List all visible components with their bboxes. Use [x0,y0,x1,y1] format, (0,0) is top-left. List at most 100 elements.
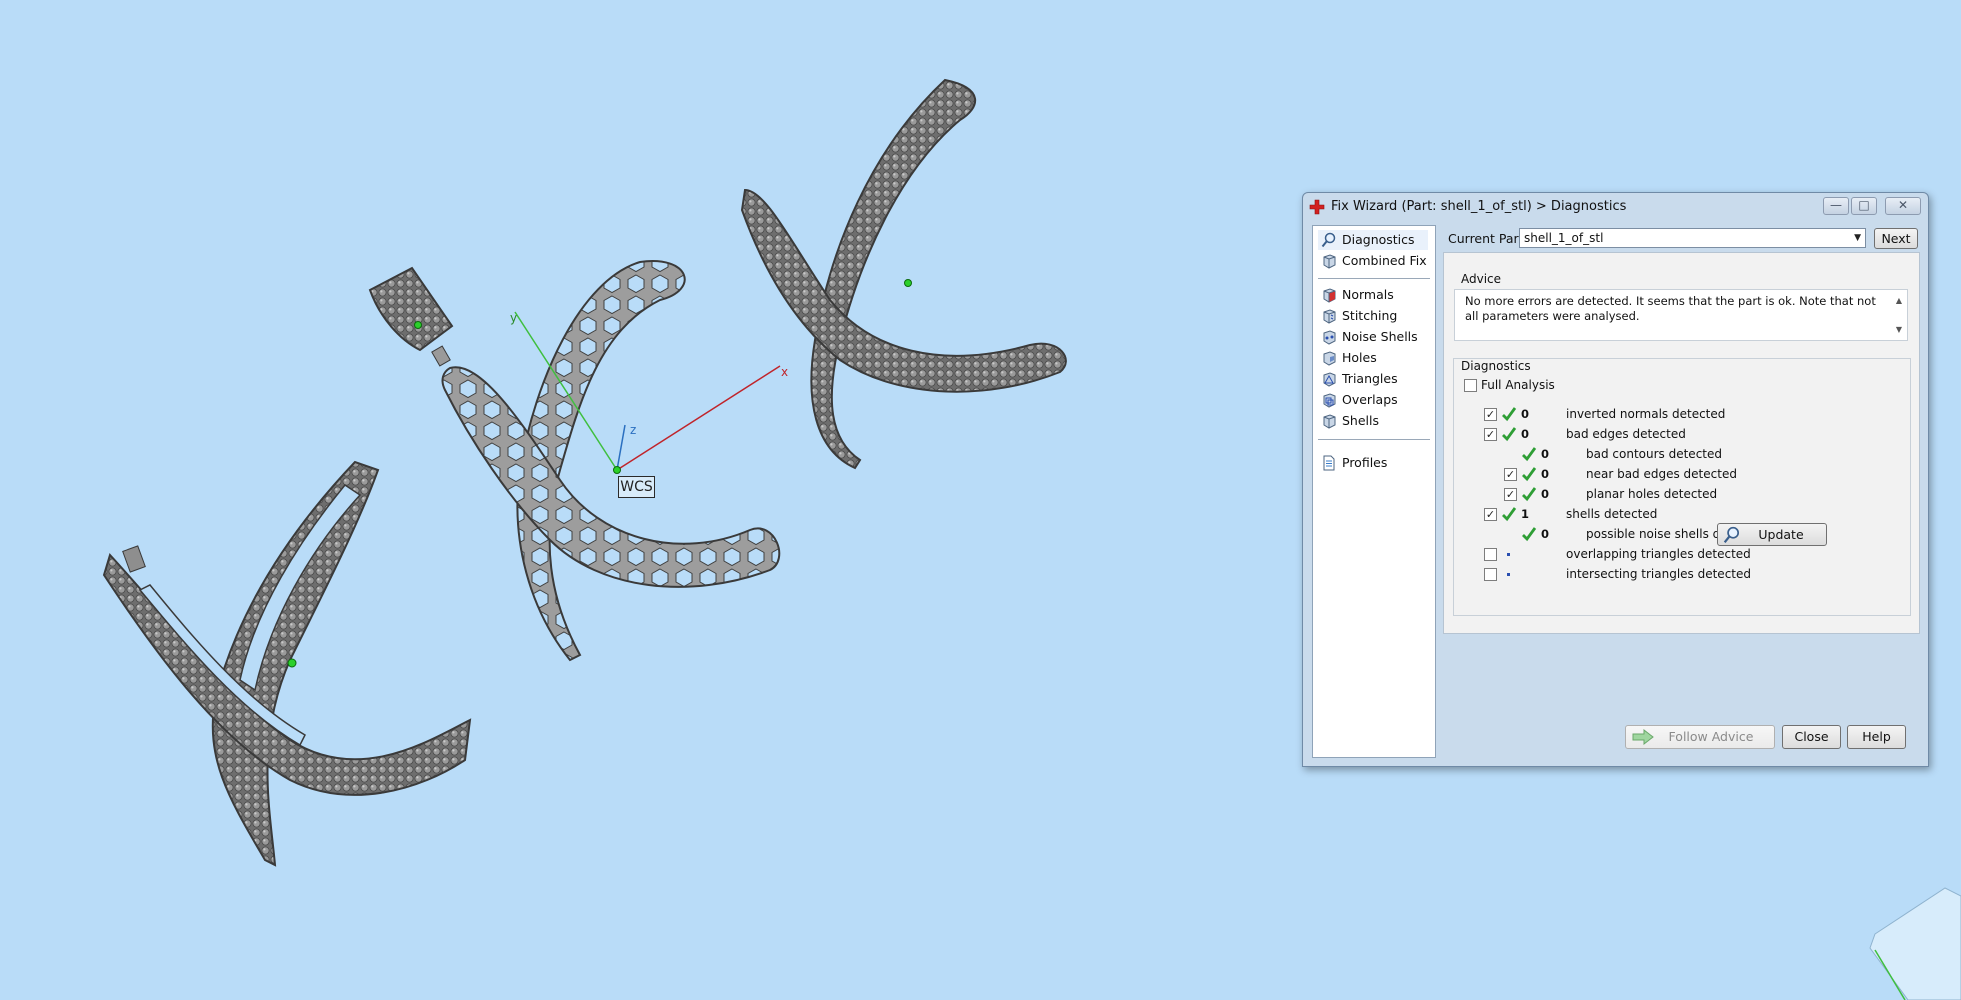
near-bad-edges-count: 0 [1541,467,1550,481]
part-middle-x[interactable] [368,260,781,662]
current-part-label: Current Part: [1448,231,1528,246]
sidebar-divider [1318,278,1430,279]
diagnostics-title: Diagnostics [1461,359,1531,373]
close-window-button[interactable]: ✕ [1885,197,1921,215]
fix-wizard-dialog: Fix Wizard (Part: shell_1_of_stl) > Diag… [1302,192,1929,767]
sidebar-item-shells[interactable]: Shells [1318,411,1428,431]
sidebar-item-label: Stitching [1342,308,1398,323]
shells-checkbox[interactable]: ✓ [1484,508,1497,521]
sidebar-item-label: Combined Fix [1342,253,1427,268]
sidebar-item-label: Triangles [1342,371,1398,386]
shells-count: 1 [1521,507,1530,521]
planar-holes-count: 0 [1541,487,1550,501]
scroll-down-icon[interactable]: ▼ [1896,322,1902,337]
titlebar[interactable]: Fix Wizard (Part: shell_1_of_stl) > Diag… [1303,193,1928,221]
cube-stitch-icon [1323,309,1336,324]
near-bad-edges-checkbox[interactable]: ✓ [1504,468,1517,481]
cube-triangle-icon [1323,372,1336,387]
part-right-x[interactable] [740,78,1067,470]
advice-box: No more errors are detected. It seems th… [1454,289,1908,341]
document-icon [1323,455,1335,471]
full-analysis-checkbox[interactable] [1464,379,1477,392]
bad-contours-count: 0 [1541,447,1550,461]
inverted-normals-count: 0 [1521,407,1530,421]
noise-shells-count: 0 [1541,527,1550,541]
check-ok-icon [1502,407,1517,422]
current-part-value: shell_1_of_stl [1524,231,1604,245]
magnifier-icon [1723,526,1740,544]
bad-contours-label: bad contours detected [1586,447,1722,461]
overlapping-triangles-checkbox[interactable] [1484,548,1497,561]
check-ok-icon [1522,527,1537,542]
next-button[interactable]: Next [1874,228,1918,249]
sidebar-item-label: Profiles [1342,455,1388,470]
near-bad-edges-label: near bad edges detected [1586,467,1737,481]
axis-y-label: y [510,311,517,325]
sidebar-item-triangles[interactable]: Triangles [1318,369,1428,389]
axis-x-label: x [781,365,788,379]
bad-edges-count: 0 [1521,427,1530,441]
part-left-x[interactable] [102,460,472,867]
update-label: Update [1758,527,1804,542]
sidebar-item-holes[interactable]: Holes [1318,348,1428,368]
intersecting-triangles-label: intersecting triangles detected [1566,567,1751,581]
cube-red-face-icon [1323,288,1336,303]
overlapping-triangles-label: overlapping triangles detected [1566,547,1751,561]
sidebar-item-combined-fix[interactable]: Combined Fix [1318,251,1428,271]
sidebar-item-diagnostics[interactable]: Diagnostics [1318,230,1428,250]
wcs-label: WCS [618,476,655,498]
wizard-sidebar: Diagnostics Combined Fix Normals Stitchi… [1312,225,1436,758]
check-ok-icon [1522,487,1537,502]
follow-advice-label: Follow Advice [1668,729,1754,744]
sidebar-item-normals[interactable]: Normals [1318,285,1428,305]
inverted-normals-checkbox[interactable]: ✓ [1484,408,1497,421]
check-ok-icon [1522,447,1537,462]
bad-edges-label: bad edges detected [1566,427,1686,441]
sidebar-item-label: Overlaps [1342,392,1398,407]
planar-holes-checkbox[interactable]: ✓ [1504,488,1517,501]
scroll-up-icon[interactable]: ▲ [1896,293,1902,308]
close-button[interactable]: Close [1782,725,1841,749]
check-ok-icon [1522,467,1537,482]
planar-holes-label: planar holes detected [1586,487,1718,501]
dialog-title: Fix Wizard (Part: shell_1_of_stl) > Diag… [1331,199,1627,214]
pending-dot-icon [1507,553,1510,556]
wizard-main: Current Part: shell_1_of_stl ▼ Next Advi… [1443,225,1921,756]
diagnostics-group: Diagnostics Full Analysis ✓ 0 inverted n… [1453,358,1911,616]
cube-overlap-icon [1323,393,1336,408]
inverted-normals-label: inverted normals detected [1566,407,1726,421]
cube-noise-icon [1323,330,1336,345]
follow-advice-button[interactable]: Follow Advice [1625,725,1775,749]
sidebar-item-noise-shells[interactable]: Noise Shells [1318,327,1428,347]
advice-title: Advice [1461,272,1502,286]
intersecting-triangles-checkbox[interactable] [1484,568,1497,581]
check-ok-icon [1502,507,1517,522]
advice-text: No more errors are detected. It seems th… [1465,294,1876,323]
current-part-select[interactable]: shell_1_of_stl ▼ [1519,228,1866,248]
cube-shell-icon [1323,414,1336,429]
sidebar-item-stitching[interactable]: Stitching [1318,306,1428,326]
axis-z-label: z [630,423,636,437]
maximize-button[interactable]: □ [1851,197,1877,215]
minimize-button[interactable]: — [1823,197,1849,215]
cube-hole-icon [1323,351,1336,366]
sidebar-item-label: Shells [1342,413,1380,428]
shells-label: shells detected [1566,507,1658,521]
sidebar-item-overlaps[interactable]: Overlaps [1318,390,1428,410]
check-ok-icon [1502,427,1517,442]
sidebar-item-label: Holes [1342,350,1377,365]
update-button[interactable]: Update [1717,523,1827,546]
sidebar-item-label: Normals [1342,287,1394,302]
magnifier-icon [1321,232,1336,248]
cube-icon [1323,254,1336,269]
sidebar-item-label: Noise Shells [1342,329,1418,344]
bad-edges-checkbox[interactable]: ✓ [1484,428,1497,441]
arrow-right-icon [1632,729,1654,745]
pending-dot-icon [1507,573,1510,576]
sidebar-item-profiles[interactable]: Profiles [1318,453,1428,473]
red-cross-icon [1309,199,1325,215]
chevron-down-icon: ▼ [1854,233,1861,243]
sidebar-divider [1318,439,1430,440]
help-button[interactable]: Help [1847,725,1906,749]
view-cube[interactable] [1869,887,1961,1000]
